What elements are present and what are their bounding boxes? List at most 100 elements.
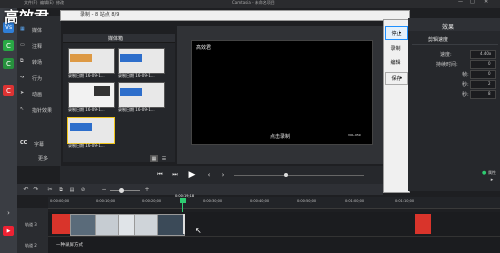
track-label: 轨道 2 <box>25 243 37 248</box>
behavior-icon: ↝ <box>20 74 25 80</box>
camtasia-icon[interactable]: C <box>3 58 14 69</box>
cut-icon[interactable]: ✂ <box>46 186 54 193</box>
sidebar-item-captions[interactable]: CC 字幕 <box>20 140 58 149</box>
record-button[interactable]: 录制 <box>385 43 406 54</box>
panel-expand-icon[interactable]: ▸ <box>488 176 496 183</box>
section-divider <box>412 44 498 45</box>
sidebar-item-annotations[interactable]: ▭ 注释 <box>20 42 58 51</box>
zoom-out-icon[interactable]: − <box>100 186 108 193</box>
frame-value: 0 <box>488 71 491 76</box>
undo-icon[interactable]: ↶ <box>22 186 30 193</box>
zoom-knob[interactable] <box>119 188 124 193</box>
transition-icon: ⧉ <box>20 58 24 64</box>
preview-badge: VOL.059 <box>348 133 361 137</box>
media-item-label: 录制日期 16-09-1... <box>118 107 155 112</box>
step-forward-icon[interactable]: ⏭ <box>170 170 180 180</box>
track-row <box>48 237 500 253</box>
stop-dropdown-icon[interactable]: ▾ <box>399 30 405 35</box>
sidebar-item-label: 更多 <box>38 156 49 162</box>
preview-caption: 点击录制 <box>270 134 291 140</box>
ruler-tick-label: 0:00:00;00 <box>50 199 70 203</box>
save-dropdown-icon[interactable]: ▾ <box>400 75 402 80</box>
maximize-icon[interactable]: □ <box>470 0 475 5</box>
media-bin-title: 媒体箱 <box>108 36 124 42</box>
scrub-bar[interactable] <box>234 175 364 176</box>
step-back-icon[interactable]: ⏮ <box>155 170 165 180</box>
ruler-tick-label: 0:00:30;00 <box>203 199 223 203</box>
sidebar-item-behaviors[interactable]: ↝ 行为 <box>20 74 58 83</box>
red-app-icon[interactable]: C <box>3 85 14 96</box>
sidebar-item-cursor-effects[interactable]: ↖ 指针效果 <box>20 106 60 115</box>
animation-icon: ➤ <box>20 90 25 96</box>
thumb-banner <box>120 54 142 62</box>
cursor-icon: ↖ <box>195 226 202 235</box>
menu-modify[interactable]: 修改 <box>56 0 64 6</box>
clip-text: 一种录屏方式 <box>56 243 83 248</box>
app-title: Camtasia - 未命名项目 <box>232 0 275 5</box>
scrub-knob[interactable] <box>284 173 288 177</box>
field-label: 帧: <box>462 72 469 78</box>
edit-button-label: 编辑 <box>390 60 401 66</box>
minimize-icon[interactable]: — <box>458 0 463 5</box>
seconds-input[interactable] <box>470 80 496 89</box>
speed-value: 4.40x <box>480 51 492 56</box>
redo-icon[interactable]: ↷ <box>32 186 40 193</box>
gear-icon: ● <box>482 170 487 176</box>
clip[interactable] <box>415 214 431 234</box>
frame-input[interactable] <box>470 70 496 79</box>
play-button[interactable]: ▶ <box>186 169 198 181</box>
captions-icon: CC <box>20 140 28 146</box>
thumb-banner <box>120 88 142 96</box>
ruler-tick-label: 0:00:10;00 <box>96 199 116 203</box>
media-item-label: 录制日期 16-09-1... <box>68 73 105 78</box>
prev-frame-icon[interactable]: ‹ <box>204 170 214 180</box>
preview-video[interactable] <box>191 40 373 145</box>
next-frame-icon[interactable]: › <box>218 170 228 180</box>
zoom-slider[interactable] <box>110 190 140 191</box>
annotation-icon: ▭ <box>20 42 25 48</box>
record-button-label: 录制 <box>390 46 401 52</box>
field-label: 持续时间: <box>436 62 458 68</box>
ruler-tick-label: 0:01:10;00 <box>395 199 415 203</box>
sidebar-item-label: 指针效果 <box>32 108 53 114</box>
field-label: 速度: <box>440 52 452 58</box>
copy-icon[interactable]: ⧉ <box>57 186 65 193</box>
clip[interactable] <box>52 214 70 234</box>
cursor-icon: ↖ <box>20 106 25 112</box>
media-item-label: 录制日期 16-09-1... <box>68 107 105 112</box>
split-icon[interactable]: ⊘ <box>79 186 87 193</box>
sidebar-item-label: 行为 <box>32 76 43 82</box>
list-view-icon[interactable]: ☰ <box>160 155 168 162</box>
sidebar-item-animations[interactable]: ➤ 动画 <box>20 90 58 99</box>
camtasia-green-icon[interactable]: C <box>3 40 14 51</box>
seconds-value-2: 8 <box>488 91 491 96</box>
close-icon[interactable]: ✕ <box>484 0 488 5</box>
field-label: 秒: <box>462 82 469 88</box>
sidebar-item-more[interactable]: 更多 <box>20 155 58 163</box>
clip[interactable] <box>95 214 119 236</box>
paste-icon[interactable]: ▤ <box>68 186 76 193</box>
edit-button[interactable]: 编辑 <box>385 57 406 68</box>
playhead-marker[interactable] <box>180 198 186 203</box>
zoom-in-icon[interactable]: + <box>143 186 151 193</box>
thumb-banner <box>70 123 92 131</box>
sidebar-item-label: 媒体 <box>32 28 43 34</box>
seconds-value: 2 <box>488 81 491 86</box>
chevron-right-icon[interactable]: › <box>4 208 13 217</box>
timeline-ruler[interactable] <box>48 197 500 209</box>
sidebar-item-media[interactable]: ▦ 媒体 <box>20 26 58 35</box>
ruler-tick-label: 0:01:00;00 <box>345 199 365 203</box>
clip[interactable] <box>157 214 185 236</box>
preview-title-text: 高效君 <box>196 45 212 51</box>
clip[interactable] <box>134 214 158 236</box>
save-button[interactable]: 保存 <box>385 72 408 85</box>
clip[interactable] <box>70 214 96 236</box>
app-small-icon[interactable]: ▶ <box>3 226 14 236</box>
grid-view-icon[interactable]: ▦ <box>150 155 158 162</box>
seconds-input-2[interactable] <box>470 90 496 99</box>
properties-title: 效果 <box>442 24 455 31</box>
duration-input[interactable] <box>470 60 496 69</box>
sidebar-item-transitions[interactable]: ⧉ 转场 <box>20 58 58 67</box>
thumb-banner <box>94 86 110 96</box>
clip-end-marker <box>183 214 185 234</box>
